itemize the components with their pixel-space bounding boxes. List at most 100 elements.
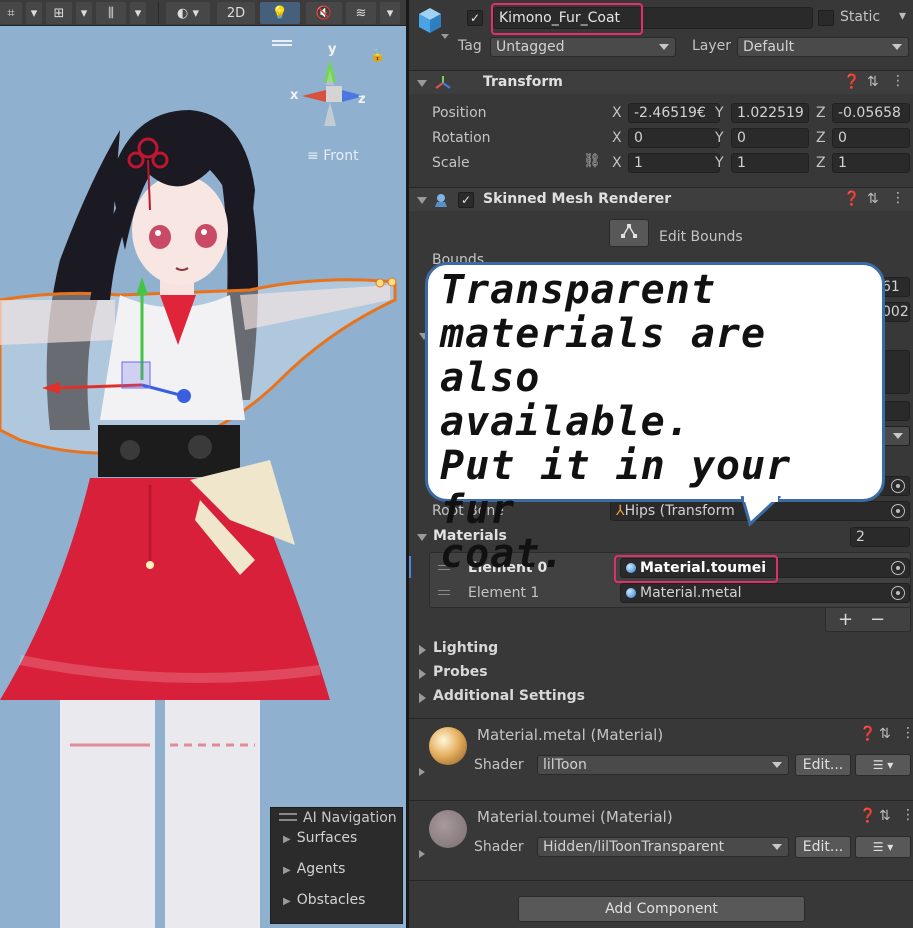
object-picker-icon[interactable] — [891, 504, 905, 518]
nav-item-surfaces[interactable]: ▶ Surfaces — [283, 830, 357, 846]
edit-bounds-button[interactable] — [609, 219, 649, 247]
lighting-section[interactable]: Lighting — [433, 640, 498, 656]
nav-item-label: Surfaces — [296, 830, 358, 846]
audio-mute-icon[interactable]: 🔇 — [306, 2, 342, 24]
scale-z-input[interactable]: 1 — [832, 153, 910, 173]
nav-item-label: Agents — [296, 861, 346, 877]
element-1-material-field[interactable]: Material.metal — [620, 583, 910, 603]
add-component-button[interactable]: Add Component — [518, 896, 805, 922]
shading-mode-icon[interactable]: ◐ ▾ — [166, 2, 210, 24]
presets-icon[interactable]: ⇅ — [879, 726, 891, 742]
more-options-icon[interactable]: ⋮ — [901, 725, 913, 741]
shader-options-button[interactable]: ☰ ▾ — [855, 836, 911, 858]
presets-icon[interactable]: ⇅ — [867, 74, 879, 90]
snap-icon[interactable]: ⊞ — [46, 2, 72, 24]
chevron-right-icon[interactable] — [419, 669, 426, 679]
chevron-right-icon[interactable] — [419, 645, 426, 655]
character-model[interactable] — [0, 60, 406, 928]
object-name-highlight — [491, 3, 643, 35]
object-picker-icon[interactable] — [891, 479, 905, 493]
add-element-button[interactable]: + — [838, 609, 853, 630]
gizmo-axis-y-label: y — [328, 42, 337, 57]
scene-view[interactable]: ⌗ ▾ ⊞ ▾ ⫼ ▾ ◐ ▾ 2D 💡 🔇 ≋ ▾ y x z 🔒 ≡ Fro… — [0, 0, 406, 928]
scale-y-input[interactable]: 1 — [731, 153, 809, 173]
edit-shader-button[interactable]: Edit... — [795, 754, 851, 776]
rotation-y-input[interactable]: 0 — [731, 128, 809, 148]
effects-icon[interactable]: ≋ — [346, 2, 376, 24]
help-icon[interactable]: ❓ — [859, 808, 876, 824]
position-z-input[interactable]: -0.05658 — [832, 103, 910, 123]
edit-shader-button[interactable]: Edit... — [795, 836, 851, 858]
callout-line: materials are also — [440, 311, 767, 401]
element-1-label: Element 1 — [468, 585, 540, 601]
constrain-proportions-icon[interactable]: ⛓ — [583, 153, 601, 169]
object-picker-icon[interactable] — [891, 561, 905, 575]
chevron-right-icon: ▶ — [283, 865, 291, 876]
scale-x-input[interactable]: 1 — [628, 153, 720, 173]
nav-item-agents[interactable]: ▶ Agents — [283, 861, 345, 877]
position-y-input[interactable]: 1.022519 — [731, 103, 809, 123]
ai-navigation-title[interactable]: AI Navigation — [279, 810, 402, 826]
transform-title: Transform — [483, 74, 563, 90]
toolbar-separator — [158, 2, 159, 24]
static-checkbox[interactable] — [818, 10, 834, 26]
lock-icon[interactable]: 🔒 — [370, 48, 385, 62]
shader-options-button[interactable]: ☰ ▾ — [855, 754, 911, 776]
grid-snap-icon[interactable]: ⌗ — [0, 2, 22, 24]
icon-dropdown-icon[interactable] — [441, 34, 449, 39]
probes-section[interactable]: Probes — [433, 664, 488, 680]
increment-snap-icon[interactable]: ⫼ — [96, 2, 126, 24]
mode-2d-button[interactable]: 2D — [217, 2, 255, 24]
shader-dropdown-toumei[interactable]: Hidden/lilToonTransparent — [537, 837, 789, 857]
skinned-mesh-renderer-header[interactable]: ✓ Skinned Mesh Renderer ❓ ⇅ ⋮ — [409, 187, 913, 211]
chevron-right-icon[interactable] — [419, 850, 425, 858]
nav-item-obstacles[interactable]: ▶ Obstacles — [283, 892, 365, 908]
tag-label: Tag — [458, 38, 482, 54]
view-orientation-label[interactable]: ≡ Front — [307, 148, 359, 164]
presets-icon[interactable]: ⇅ — [879, 808, 891, 824]
drag-handle-icon[interactable] — [438, 590, 450, 595]
callout-line: Transparent — [440, 267, 716, 313]
lighting-toggle-icon[interactable]: 💡 — [260, 2, 300, 24]
remove-element-button[interactable]: − — [870, 609, 885, 630]
axis-x-label: X — [612, 105, 622, 121]
more-options-icon[interactable]: ⋮ — [901, 807, 913, 823]
more-options-icon[interactable]: ⋮ — [891, 73, 905, 89]
dropdown-arrow-icon[interactable]: ▾ — [380, 2, 400, 24]
object-picker-icon[interactable] — [891, 586, 905, 600]
chevron-right-icon[interactable] — [419, 693, 426, 703]
shader-value: lilToon — [543, 757, 587, 773]
position-x-input[interactable]: -2.46519€ — [628, 103, 720, 123]
drag-handle-icon[interactable] — [272, 40, 292, 42]
active-checkbox[interactable]: ✓ — [467, 10, 483, 26]
chevron-right-icon[interactable] — [419, 768, 425, 776]
skinned-mesh-enabled-checkbox[interactable]: ✓ — [458, 192, 474, 208]
dropdown-arrow-icon[interactable]: ▾ — [26, 2, 42, 24]
static-dropdown-icon[interactable]: ▾ — [899, 8, 906, 24]
layer-value: Default — [743, 39, 795, 55]
chevron-down-icon — [659, 44, 669, 50]
additional-settings-section[interactable]: Additional Settings — [433, 688, 585, 704]
gizmo-axis-x-label: x — [290, 88, 299, 103]
tag-value: Untagged — [496, 39, 565, 55]
list-icon: ☰ ▾ — [872, 758, 894, 772]
transform-header[interactable]: Transform ❓ ⇅ ⋮ — [409, 70, 913, 94]
dropdown-arrow-icon[interactable]: ▾ — [130, 2, 146, 24]
rotation-z-input[interactable]: 0 — [832, 128, 910, 148]
help-icon[interactable]: ❓ — [859, 726, 876, 742]
more-options-icon[interactable]: ⋮ — [891, 190, 905, 206]
chevron-down-icon — [772, 762, 782, 768]
shader-dropdown-metal[interactable]: lilToon — [537, 755, 789, 775]
presets-icon[interactable]: ⇅ — [867, 191, 879, 207]
chevron-down-icon[interactable] — [417, 534, 427, 541]
tag-dropdown[interactable]: Untagged — [490, 37, 676, 57]
gizmo-axis-z-label: z — [358, 92, 366, 107]
help-icon[interactable]: ❓ — [843, 191, 860, 207]
help-icon[interactable]: ❓ — [843, 74, 860, 90]
dropdown-arrow-icon[interactable]: ▾ — [76, 2, 92, 24]
material-preview-metal — [429, 727, 467, 765]
layer-dropdown[interactable]: Default — [737, 37, 909, 57]
ai-navigation-panel[interactable]: AI Navigation ▶ Surfaces ▶ Agents ▶ Obstacl… — [270, 807, 403, 924]
rotation-x-input[interactable]: 0 — [628, 128, 720, 148]
rotation-label: Rotation — [432, 130, 491, 146]
